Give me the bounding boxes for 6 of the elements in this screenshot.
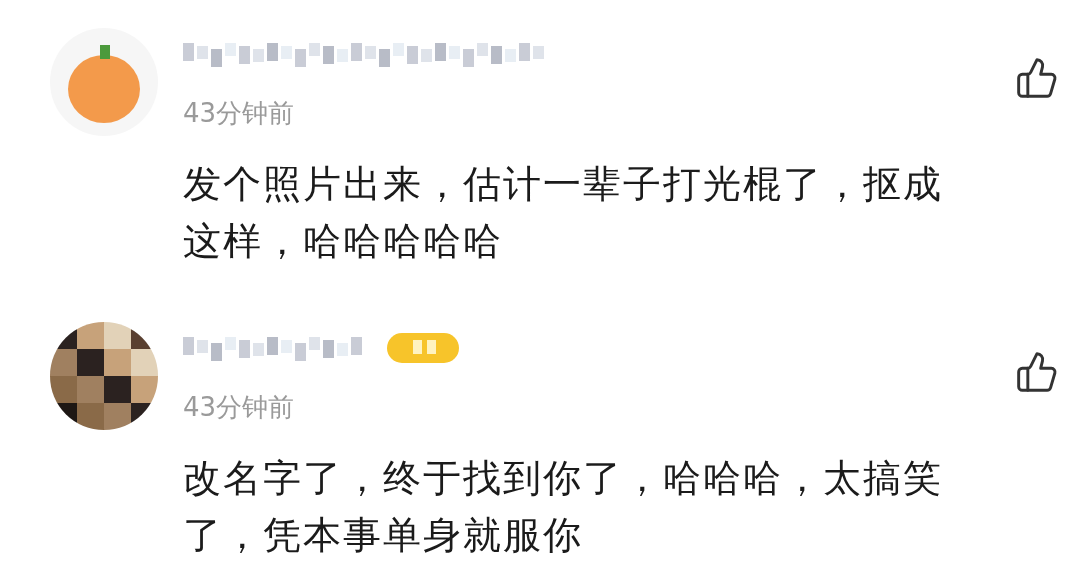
comment-text: 发个照片出来，估计一辈子打光棍了，抠成这样，哈哈哈哈哈 — [183, 161, 944, 265]
comment-time: 43分钟前 — [183, 97, 296, 130]
comment-text: 改名字了，终于找到你了，哈哈哈，太搞笑了，凭本事单身就服你 — [183, 455, 944, 559]
like-icon[interactable] — [1015, 350, 1059, 394]
like-icon[interactable] — [1015, 56, 1059, 100]
comment-time: 43分钟前 — [183, 391, 296, 424]
